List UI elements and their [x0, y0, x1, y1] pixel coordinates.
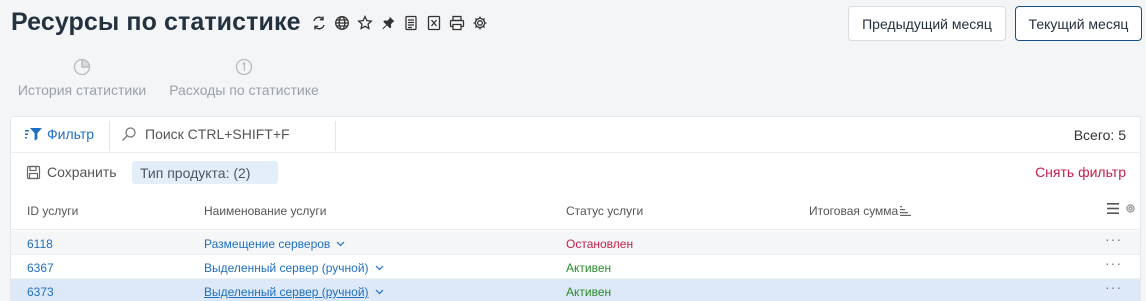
search-input[interactable]: Поиск CTRL+SHIFT+F — [121, 126, 290, 142]
tab-statistics-history[interactable]: История статистики — [16, 58, 148, 98]
table-header: ID услуги Наименование услуги Статус усл… — [11, 190, 1140, 230]
table-toolbar: Фильтр Поиск CTRL+SHIFT+F Всего: 5 — [11, 117, 1140, 153]
clear-filter-link[interactable]: Снять фильтр — [1035, 164, 1126, 180]
filter-button[interactable]: Фильтр — [25, 126, 94, 142]
pie-chart-icon — [73, 58, 91, 76]
column-header-sum-label: Итоговая сумма — [809, 204, 899, 218]
service-status: Активен — [566, 285, 612, 299]
toolbar-divider — [109, 121, 110, 151]
table-tools — [1107, 203, 1136, 214]
chevron-down-icon[interactable] — [375, 265, 384, 271]
search-placeholder: Поиск CTRL+SHIFT+F — [145, 126, 290, 142]
toolbar-divider — [335, 121, 336, 151]
filter-row: Сохранить Тип продукта: (2) Снять фильтр — [11, 154, 1140, 190]
table-row[interactable]: 6118 Размещение серверов Остановлен ··· — [11, 231, 1140, 255]
service-name: Выделенный сервер (ручной) — [204, 285, 369, 299]
total-count: Всего: 5 — [1073, 127, 1126, 143]
service-name-link[interactable]: Выделенный сервер (ручной) — [204, 261, 384, 275]
save-icon — [26, 165, 41, 179]
chevron-down-icon[interactable] — [375, 289, 384, 295]
save-label: Сохранить — [47, 164, 117, 180]
chevron-down-icon[interactable] — [336, 241, 345, 247]
search-icon — [122, 127, 136, 141]
row-actions-button[interactable]: ··· — [1105, 255, 1122, 271]
table-row[interactable]: 6367 Выделенный сервер (ручной) Активен … — [11, 255, 1140, 279]
services-panel: Фильтр Поиск CTRL+SHIFT+F Всего: 5 Сохра… — [10, 116, 1141, 301]
print-icon[interactable] — [447, 13, 466, 32]
columns-menu-icon[interactable] — [1107, 203, 1119, 214]
star-icon[interactable] — [355, 13, 374, 32]
excel-icon[interactable] — [424, 13, 443, 32]
title-toolbar — [309, 13, 489, 32]
filter-chip-product-type[interactable]: Тип продукта: (2) — [132, 161, 278, 184]
document-icon[interactable] — [401, 13, 420, 32]
sort-icon — [900, 206, 912, 216]
pin-icon[interactable] — [378, 13, 397, 32]
settings-icon[interactable] — [470, 13, 489, 32]
current-month-button[interactable]: Текущий месяц — [1015, 6, 1142, 41]
save-filter-button[interactable]: Сохранить — [26, 164, 117, 180]
service-id-link[interactable]: 6118 — [27, 237, 53, 251]
filter-label: Фильтр — [47, 126, 95, 142]
previous-month-button[interactable]: Предыдущий месяц — [848, 6, 1006, 41]
service-status: Остановлен — [566, 237, 634, 251]
tab-statistics-expenses[interactable]: Расходы по статистике — [168, 58, 320, 98]
number-one-circle-icon — [235, 58, 253, 76]
service-name: Размещение серверов — [204, 237, 331, 251]
globe-icon[interactable] — [332, 13, 351, 32]
page-header: Ресурсы по статистике Предыдущий месяц Т… — [0, 0, 1146, 50]
table-row[interactable]: 6373 Выделенный сервер (ручной) Активен … — [11, 279, 1140, 301]
service-id-link[interactable]: 6373 — [27, 285, 54, 299]
table-settings-icon[interactable] — [1125, 203, 1136, 214]
refresh-icon[interactable] — [309, 13, 328, 32]
row-actions-button[interactable]: ··· — [1105, 231, 1122, 247]
service-id-link[interactable]: 6367 — [27, 261, 54, 275]
service-status: Активен — [566, 261, 612, 275]
column-header-id[interactable]: ID услуги — [27, 204, 78, 218]
service-name: Выделенный сервер (ручной) — [204, 261, 369, 275]
service-name-link[interactable]: Выделенный сервер (ручной) — [204, 285, 384, 299]
tab-label: Расходы по статистике — [169, 82, 319, 98]
filter-icon — [25, 128, 42, 141]
page-title: Ресурсы по статистике — [11, 8, 301, 36]
tab-label: История статистики — [17, 82, 147, 98]
column-header-sum[interactable]: Итоговая сумма — [809, 204, 912, 218]
column-header-name[interactable]: Наименование услуги — [204, 204, 326, 218]
row-actions-button[interactable]: ··· — [1105, 279, 1122, 295]
service-name-link[interactable]: Размещение серверов — [204, 237, 345, 251]
column-header-status[interactable]: Статус услуги — [566, 204, 643, 218]
